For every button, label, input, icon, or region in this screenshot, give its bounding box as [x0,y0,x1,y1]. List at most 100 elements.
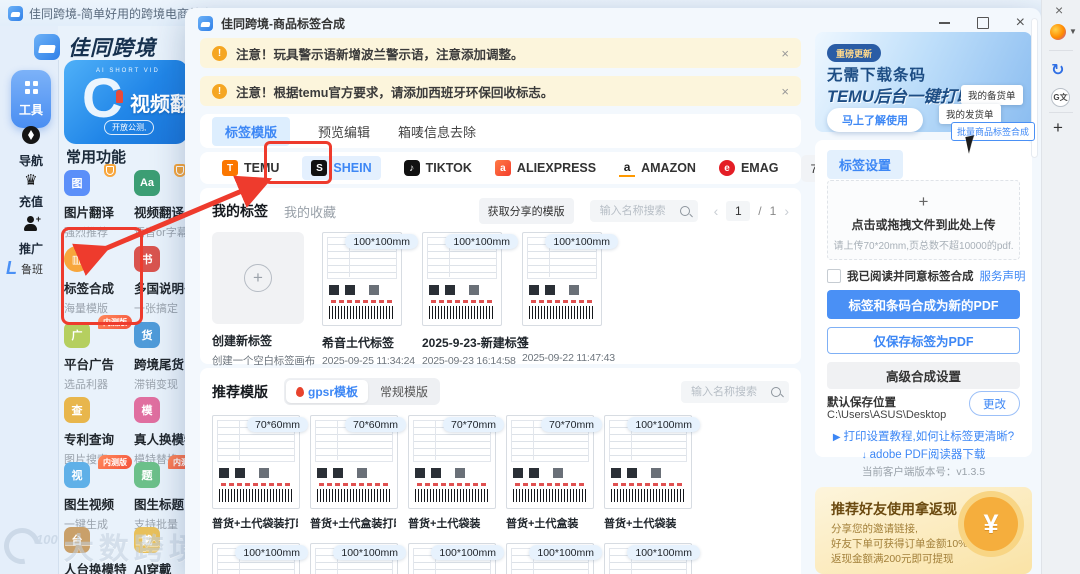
platform-tab-amazon[interactable]: a AMAZON [619,159,696,177]
sidebar-item-luban[interactable]: L 鲁班 [6,258,43,279]
sidebar-item-tools[interactable]: 工具 [11,70,51,128]
agree-checkbox[interactable] [827,269,841,283]
divider [1049,50,1073,51]
barcode-graphic [415,489,489,502]
search-icon[interactable] [679,206,690,216]
sidebar-item-navigation[interactable]: 导航 [9,126,53,169]
emag-icon: e [718,160,735,176]
next-page-icon[interactable]: › [784,203,789,219]
change-location-button[interactable]: 更改 [969,391,1020,416]
temu-print-banner[interactable]: 重磅更新 无需下载条码 TEMU后台一键打印 马上了解使用 我的备货单 我的发货… [815,32,1036,154]
close-icon[interactable]: × [1055,2,1063,18]
feature-card-mannequin-swap[interactable]: 台 人台换模特 [64,527,130,574]
compose-pdf-button[interactable]: 标签和条码合成为新的PDF [827,290,1020,319]
notice-banner: ! 注意！玩具警示语新增波兰警示语，注意添加调整。 × [200,38,801,68]
label-card[interactable]: 100*100mm 希音土代标签 2025-09-25 11:34:24 [322,232,418,368]
save-label-pdf-button[interactable]: 仅保存标签为PDF [827,327,1020,354]
referral-card[interactable]: 推荐好友使用拿返现 分享您的邀请链接, 好友下单可获得订单金额10%的返现 返现… [815,487,1032,574]
normal-template-toggle[interactable]: 常规模版 [370,380,438,403]
adobe-download-link[interactable]: ↓ adobe PDF阅读器下载 [815,446,1032,462]
refresh-check-icon[interactable]: ↻ [1051,60,1064,80]
translate-icon[interactable]: G文 [1051,88,1070,107]
batch-compose-button[interactable]: 批量商品标签合成 [951,122,1036,141]
platform-tab-temu[interactable]: T TEMU [222,160,279,176]
gpsr-template-toggle[interactable]: gpsr模板 [286,380,369,403]
feature-subtitle: 强烈推荐 [64,227,108,239]
feature-title: 人台换模特 [64,563,127,574]
banner-line1: 无需下载条码 [827,67,927,84]
template-card[interactable]: 70*70mm 普货+土代袋装 [408,415,504,531]
platform-tab-tiktok[interactable]: ♪ TIKTOK [403,160,472,176]
close-icon[interactable]: × [1016,15,1025,31]
compass-icon [22,126,40,144]
add-icon[interactable]: + [1053,118,1063,138]
tab-remove-mark-info[interactable]: 箱唛信息去除 [398,122,476,141]
promo-banner[interactable]: C AI SHORT VID 视频翻 开放公测, [64,60,188,144]
notice-close-icon[interactable]: × [781,84,789,99]
label-card[interactable]: 100*100mm 2025-9-23-新建标签 2025-09-23 16:1… [422,232,529,368]
divider [1049,112,1073,113]
template-name: 普货+土代盒装 [506,518,579,530]
print-tutorial-link[interactable]: ▶ 打印设置教程,如何让标签更清晰? [815,428,1032,444]
platform-tab-emag[interactable]: e EMAG [718,160,778,176]
label-card[interactable]: 100*100mm 1 2025-09-22 11:47:43 [522,232,618,368]
template-card[interactable]: 100*100mm [212,543,308,574]
size-badge: 100*100mm [345,234,418,249]
template-card[interactable]: 100*100mm [408,543,504,574]
label-search-input[interactable] [597,204,674,218]
service-statement-link[interactable]: 服务声明 [980,268,1026,284]
banner-title: 视频翻 [130,94,188,116]
dialog-logo-icon [198,15,213,31]
agree-text: 我已阅读并同意标签合成 [847,271,974,283]
advanced-settings-button[interactable]: 高级合成设置 [827,362,1020,389]
prev-page-icon[interactable]: ‹ [714,203,719,219]
caret-down-icon[interactable]: ▼ [1069,27,1077,36]
banner-kicker: AI SHORT VID [96,68,160,74]
learn-more-button[interactable]: 马上了解使用 [827,108,923,132]
notice-close-icon[interactable]: × [781,46,789,61]
image-to-video-icon: 视内测版 [64,455,132,488]
tab-my-labels[interactable]: 我的标签 [212,201,268,221]
get-shared-template-button[interactable]: 获取分享的模版 [478,198,574,224]
template-card[interactable]: 70*70mm 普货+土代盒装 [506,415,602,531]
barcode-graphic [317,489,391,502]
feature-card-label-compose[interactable]: ▥ 标签合成 海量模版 [64,246,130,316]
recharge-label: 充值 [18,195,43,209]
feature-card-image-translate[interactable]: 图 图片翻译 强烈推荐 [64,164,130,240]
platform-tab-shein[interactable]: S SHEIN [302,156,381,180]
platform-tabs: T TEMU S SHEIN ♪ TIKTOK a ALIEXPRESS a A… [200,152,910,184]
current-page: 1 [726,201,751,221]
template-card[interactable]: 100*100mm [604,543,700,574]
tab-label-templates[interactable]: 标签模版 [212,116,291,146]
template-card[interactable]: 100*100mm [310,543,406,574]
size-badge: 70*70mm [443,417,504,432]
feature-card-image-to-video[interactable]: 视内测版 图生视频 一键生成 [64,455,132,532]
browser-icon[interactable] [1050,24,1066,40]
upload-dropzone[interactable]: + 点击或拖拽文件到此处上传 请上传70*20mm,页总数不超10000的pdf… [827,180,1020,260]
label-settings-chip: 标签设置 [827,150,904,179]
tab-preview-edit[interactable]: 预览编辑 [318,122,370,141]
minimize-icon[interactable] [938,22,950,24]
template-card[interactable]: 100*100mm [506,543,602,574]
feature-card-platform-ads[interactable]: 广内测版 平台广告 选品利器 [64,315,132,392]
aliexpress-icon: a [494,160,511,176]
template-search-input[interactable] [689,384,765,399]
notice-banner: ! 注意！根据temu官方要求，请添加西班牙环保回收标志。 × [200,76,801,106]
search-icon[interactable] [771,386,781,397]
sidebar-item-promote[interactable]: + 推广 [9,214,53,257]
my-stock-list-chip[interactable]: 我的备货单 [961,85,1023,105]
image-translate-icon: 图 [64,164,116,196]
template-card[interactable]: 70*60mm 普货+土代盒装打印机... [310,415,406,531]
create-label-card[interactable]: + 创建新标签 创建一个空白标签画布 [212,232,315,368]
tab-my-favorites[interactable]: 我的收藏 [284,202,336,221]
template-card[interactable]: 100*100mm 普货+土代袋装 [604,415,700,531]
recommended-templates-card: 推荐模版 gpsr模板 常规模版 70*60mm 普货+土代袋装打 [200,368,801,574]
create-label-canvas[interactable]: + [212,232,304,324]
maximize-icon[interactable] [976,17,989,29]
my-shipment-list-chip[interactable]: 我的发货单 [939,104,1001,124]
size-badge: 100*100mm [445,234,518,249]
template-card[interactable]: 70*60mm 普货+土代袋装打印机... [212,415,308,531]
platform-tab-aliexpress[interactable]: a ALIEXPRESS [494,160,596,176]
temu-icon: T [222,160,238,176]
sidebar-item-recharge[interactable]: ♛ 充值 [9,172,53,210]
